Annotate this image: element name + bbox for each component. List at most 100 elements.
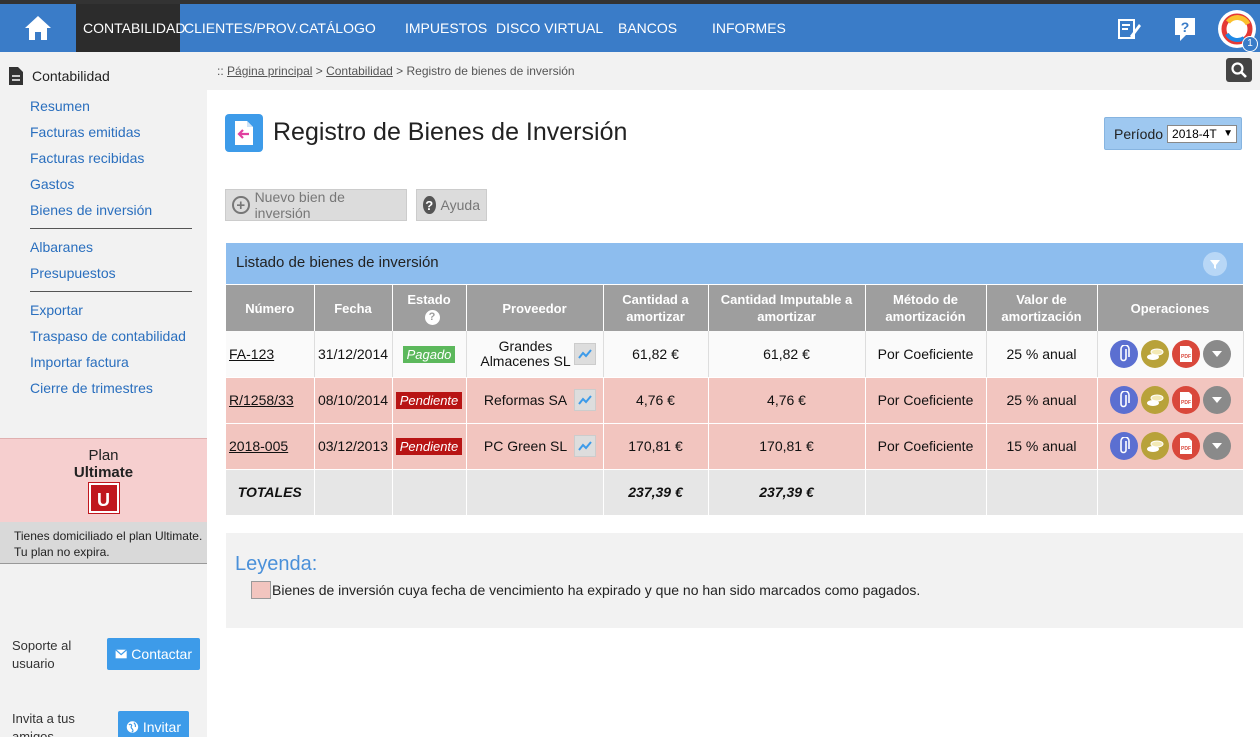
sidebar-item-traspaso[interactable]: Traspaso de contabilidad	[30, 328, 186, 344]
table-row: 2018-005 03/12/2013 Pendiente PC Green S…	[226, 423, 1244, 470]
col-fecha[interactable]: Fecha	[314, 285, 393, 331]
col-cantidad[interactable]: Cantidad a amortizar	[603, 285, 709, 331]
help-top-button[interactable]: ?	[1170, 14, 1200, 44]
list-title: Listado de bienes de inversión	[236, 254, 439, 271]
new-asset-button[interactable]: + Nuevo bien de inversión	[225, 189, 407, 221]
row-proveedor: Reformas SA	[466, 377, 604, 424]
sidebar-item-cierre-trimestres[interactable]: Cierre de trimestres	[30, 380, 153, 396]
pdf-button[interactable]: PDF	[1171, 339, 1200, 368]
attach-button[interactable]	[1109, 339, 1138, 368]
row-operaciones: PDF	[1097, 377, 1244, 424]
search-button[interactable]	[1226, 58, 1252, 82]
provider-chart-button[interactable]	[573, 435, 596, 457]
row-valor: 25 % anual	[986, 331, 1098, 378]
more-actions-button[interactable]	[1202, 386, 1231, 414]
payment-button[interactable]	[1140, 432, 1169, 460]
nav-contabilidad[interactable]: CONTABILIDAD	[76, 4, 185, 52]
invite-text-line-2: amigos	[12, 729, 54, 737]
home-button[interactable]	[0, 4, 76, 52]
sidebar-item-presupuestos[interactable]: Presupuestos	[30, 265, 116, 281]
row-metodo: Por Coeficiente	[865, 377, 987, 424]
row-proveedor-name: Reformas SA	[483, 391, 568, 408]
estado-help-icon[interactable]: ?	[424, 310, 440, 326]
more-actions-button[interactable]	[1202, 339, 1231, 368]
col-numero[interactable]: Número	[226, 285, 315, 331]
row-valor: 15 % anual	[986, 423, 1098, 470]
totals-empty	[986, 469, 1098, 516]
row-fecha: 08/10/2014	[314, 377, 393, 424]
nav-catalogo[interactable]: CATÁLOGO	[298, 4, 399, 52]
search-icon	[1231, 62, 1247, 78]
sidebar-item-facturas-emitidas[interactable]: Facturas emitidas	[30, 124, 140, 140]
svg-text:PDF: PDF	[1181, 446, 1191, 452]
chevron-down-icon	[1211, 397, 1222, 403]
sidebar-item-albaranes[interactable]: Albaranes	[30, 239, 93, 255]
breadcrumb-separator: >	[392, 64, 407, 78]
help-button[interactable]: ? Ayuda	[416, 189, 487, 221]
breadcrumb-home-link[interactable]: Página principal	[227, 64, 312, 78]
table-row: R/1258/33 08/10/2014 Pendiente Reformas …	[226, 377, 1244, 424]
contact-button-label: Contactar	[131, 646, 192, 662]
sidebar-item-facturas-recibidas[interactable]: Facturas recibidas	[30, 150, 144, 166]
period-select[interactable]: 2018-4T ▼	[1167, 124, 1238, 143]
pdf-button[interactable]: PDF	[1171, 432, 1200, 460]
coins-icon	[1146, 440, 1163, 452]
totals-label: TOTALES	[226, 469, 315, 516]
nav-bancos[interactable]: BANCOS	[615, 4, 711, 52]
row-operaciones: PDF	[1097, 331, 1244, 378]
invite-button-label: Invitar	[142, 719, 181, 735]
totals-empty	[392, 469, 467, 516]
sidebar-item-resumen[interactable]: Resumen	[30, 98, 90, 114]
chart-line-icon	[577, 441, 592, 451]
period-value: 2018-4T	[1172, 126, 1217, 141]
sidebar-item-exportar[interactable]: Exportar	[30, 302, 83, 318]
sidebar-item-bienes-inversion[interactable]: Bienes de inversión	[30, 202, 152, 218]
totals-empty	[1097, 469, 1244, 516]
attach-button[interactable]	[1109, 386, 1138, 414]
question-icon: ?	[1175, 18, 1195, 41]
totals-empty	[314, 469, 393, 516]
payment-button[interactable]	[1140, 386, 1169, 414]
col-valor[interactable]: Valor de amortización	[986, 285, 1098, 331]
row-cantidad: 61,82 €	[603, 331, 709, 378]
sidebar-divider	[30, 291, 192, 292]
row-numero-link[interactable]: 2018-005	[226, 423, 315, 470]
provider-chart-button[interactable]	[573, 342, 596, 365]
more-actions-button[interactable]	[1202, 432, 1231, 460]
filter-button[interactable]	[1203, 252, 1227, 276]
invite-button[interactable]: Invitar	[118, 711, 189, 737]
svg-text:PDF: PDF	[1181, 400, 1191, 406]
user-avatar[interactable]: 1	[1218, 10, 1258, 52]
plan-info-line-2: Tu plan no expira.	[14, 545, 110, 559]
sidebar-item-importar-factura[interactable]: Importar factura	[30, 354, 129, 370]
provider-chart-button[interactable]	[573, 389, 596, 411]
plan-info: Tienes domiciliado el plan Ultimate. Tu …	[0, 522, 207, 564]
sidebar-item-gastos[interactable]: Gastos	[30, 176, 74, 192]
pdf-button[interactable]: PDF	[1171, 386, 1200, 414]
nav-informes[interactable]: INFORMES	[711, 4, 801, 52]
col-proveedor[interactable]: Proveedor	[466, 285, 604, 331]
contact-button[interactable]: Contactar	[107, 638, 200, 670]
pdf-icon: PDF	[1179, 392, 1192, 408]
sidebar: Contabilidad Resumen Facturas emitidas F…	[0, 52, 207, 737]
row-fecha: 31/12/2014	[314, 331, 393, 378]
nav-clientes[interactable]: CLIENTES/PROV.	[180, 4, 299, 52]
row-numero-link[interactable]: R/1258/33	[226, 377, 315, 424]
legend-swatch	[251, 581, 271, 599]
row-numero-link[interactable]: FA-123	[226, 331, 315, 378]
notification-badge: 1	[1242, 36, 1258, 52]
payment-button[interactable]	[1140, 339, 1169, 368]
row-proveedor-name: PC Green SL	[483, 437, 568, 454]
col-estado[interactable]: Estado ?	[392, 285, 467, 331]
row-valor: 25 % anual	[986, 377, 1098, 424]
breadcrumb-current: Registro de bienes de inversión	[406, 64, 575, 78]
mail-icon	[115, 649, 128, 659]
col-imputable[interactable]: Cantidad Imputable a amortizar	[708, 285, 866, 331]
plus-circle-icon: +	[232, 196, 250, 214]
nav-disco-virtual[interactable]: DISCO VIRTUAL	[493, 4, 615, 52]
nav-impuestos[interactable]: IMPUESTOS	[399, 4, 493, 52]
attach-button[interactable]	[1109, 432, 1138, 460]
col-metodo[interactable]: Método de amortización	[865, 285, 987, 331]
notes-button[interactable]	[1114, 14, 1144, 44]
breadcrumb-section-link[interactable]: Contabilidad	[326, 64, 393, 78]
